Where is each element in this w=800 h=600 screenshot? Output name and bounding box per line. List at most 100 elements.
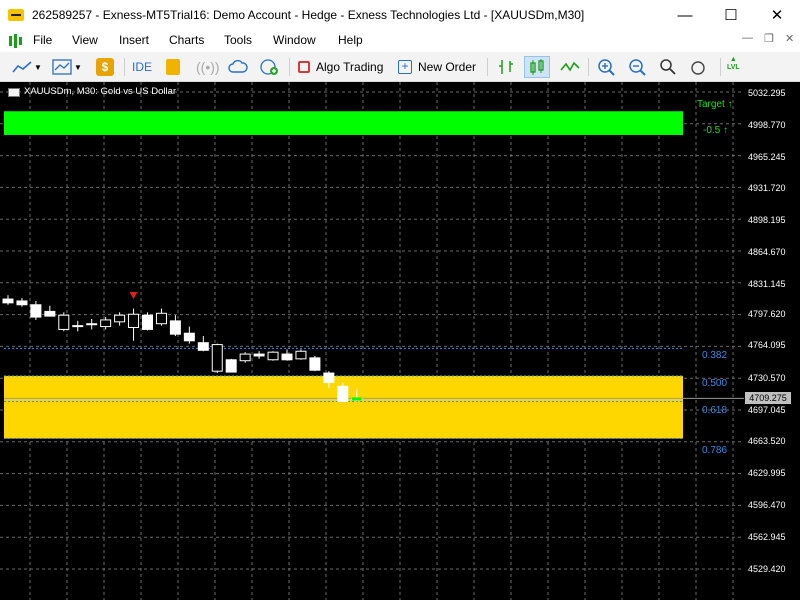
current-price-label: 4709.275 [745,392,791,404]
menu-help[interactable]: Help [338,33,363,47]
price-tick: 4797.620 [748,309,786,319]
fib-label-0786: 0.786 [702,445,728,456]
price-tick: 4898.195 [748,215,786,225]
candle-body [267,351,279,361]
algo-trading-label: Algo Trading [316,60,384,74]
candlestick-icon[interactable] [524,56,550,78]
chart-symbol-caption: XAUUSDm, M30: Gold vs US Dollar [24,86,177,97]
toolbar-separator [720,58,721,76]
price-tick: 4629.995 [748,468,786,478]
close-button[interactable]: ✕ [754,0,800,30]
price-tick: 4998.770 [748,120,786,130]
chart-type-icon[interactable] [52,56,72,78]
price-tick: 4931.720 [748,183,786,193]
search-icon[interactable] [659,56,677,78]
candle-body [197,342,209,351]
ide-button[interactable]: IDE [132,56,152,78]
candle-body [281,353,293,361]
price-tick: 4730.570 [748,373,786,383]
bar-chart-icon[interactable] [496,56,516,78]
minimize-button[interactable]: — [662,0,708,30]
fib-label-0618: 0.618 [702,405,728,416]
candle-body [142,314,153,330]
cloud-icon[interactable] [228,56,248,78]
current-candle-marker [351,397,362,401]
price-tick: 4596.470 [748,500,786,510]
menu-bar: File View Insert Charts Tools Window Hel… [0,30,800,52]
candle-body [169,320,181,335]
price-tick: 5032.295 [748,88,786,98]
price-chart[interactable] [0,82,800,600]
line-indicator-icon[interactable] [560,56,580,78]
toolbar-separator [289,58,290,76]
signal-icon[interactable]: ((•)) [196,56,220,78]
chart-window-icon[interactable] [8,34,22,48]
new-order-label: New Order [418,60,477,74]
sell-signal-arrow-icon [129,291,138,299]
dropdown-icon[interactable]: ▼ [74,56,82,78]
app-logo-icon [8,9,24,21]
target-label: Target ↑ [697,99,733,110]
algo-stop-icon [298,61,310,73]
candle-body [72,325,84,328]
price-tick: 4562.945 [748,532,786,542]
toolbar-separator [487,58,488,76]
lock-icon[interactable] [166,56,180,78]
menu-charts[interactable]: Charts [169,33,204,47]
menu-view[interactable]: View [72,33,98,47]
price-tick: 4663.520 [748,436,786,446]
mdi-minimize-button[interactable]: — [742,32,753,44]
chart-symbol-icon [8,88,20,97]
candle-body [114,314,126,323]
plus-icon: + [398,60,412,74]
candle-body [323,372,335,384]
mdi-close-button[interactable]: ✕ [785,32,794,45]
price-tick: 4965.245 [748,152,786,162]
candle-body [58,314,70,330]
new-order-button[interactable]: + New Order [398,56,476,78]
level-arrow-icon: ▲ [729,56,737,63]
mdi-restore-button[interactable]: ❐ [764,32,774,45]
candle-body [295,350,307,360]
candle-body [2,298,14,304]
price-tick: 4764.095 [748,340,786,350]
candle-body [44,310,56,317]
globe-plus-icon[interactable] [260,56,280,78]
entry-zone [4,375,683,439]
level-icon[interactable]: ▲ LVL [727,56,740,78]
notification-icon[interactable] [690,56,708,78]
target-level-label: -0.5 ↑ [703,125,729,136]
price-tick: 4864.670 [748,247,786,257]
menu-file[interactable]: File [33,33,52,47]
candle-body [239,353,251,362]
maximize-button[interactable]: ☐ [708,0,754,30]
menu-tools[interactable]: Tools [224,33,252,47]
candle-body [225,359,237,373]
candle-body [155,312,167,325]
level-label: LVL [727,64,740,71]
candle-body [100,319,112,328]
candle-body [309,357,321,371]
target-zone [4,111,683,135]
menu-window[interactable]: Window [273,33,316,47]
price-axis[interactable]: 5032.295 4998.770 4965.245 4931.720 4898… [744,82,800,600]
dropdown-icon[interactable]: ▼ [34,56,42,78]
zoom-in-icon[interactable] [597,56,617,78]
menu-insert[interactable]: Insert [119,33,149,47]
line-chart-icon[interactable] [12,56,32,78]
candle-body [337,385,349,403]
fib-label-0382: 0.382 [702,350,728,361]
candle-body [30,304,42,318]
title-bar: 262589257 - Exness-MT5Trial16: Demo Acco… [0,0,800,30]
chart-area[interactable]: XAUUSDm, M30: Gold vs US Dollar Target ↑… [0,82,800,600]
window-title: 262589257 - Exness-MT5Trial16: Demo Acco… [32,8,585,22]
price-tick: 4529.420 [748,564,786,574]
algo-trading-button[interactable]: Algo Trading [298,56,383,78]
candle-body [211,344,223,372]
zoom-out-icon[interactable] [628,56,648,78]
price-tick: 4831.145 [748,279,786,289]
dollar-icon[interactable]: $ [96,56,114,78]
candle-body [253,353,265,357]
candle-body [128,313,140,329]
price-tick: 4697.045 [748,405,786,415]
